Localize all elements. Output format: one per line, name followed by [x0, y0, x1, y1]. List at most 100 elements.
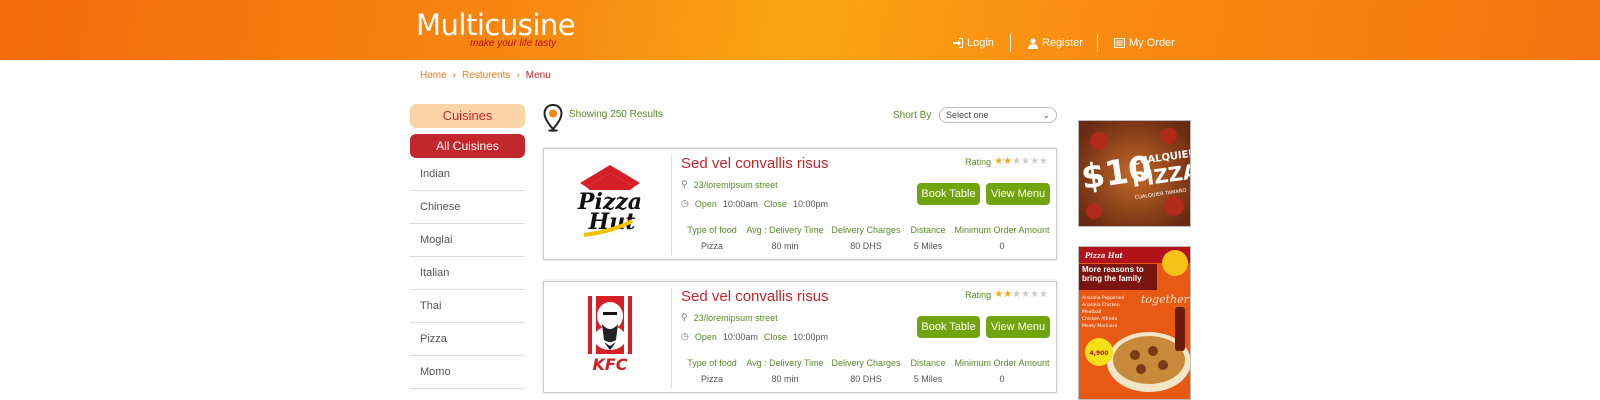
- nav-login-label: Login: [967, 37, 994, 49]
- sidebar-item-italian[interactable]: Italian: [410, 257, 525, 290]
- details-header: Distance: [910, 358, 946, 368]
- details-header: Delivery Charges: [831, 225, 901, 235]
- close-time: 10:00pm: [792, 198, 828, 209]
- open-label: Open: [694, 198, 717, 209]
- sidebar-item-momo[interactable]: Momo: [410, 356, 525, 389]
- restaurant-name[interactable]: Sed vel convallis risus: [681, 288, 829, 305]
- rating-stars: ★ ★ ★ ★ ★ ★: [994, 290, 1048, 300]
- star-filled-icon: ★: [1003, 156, 1013, 167]
- nav-register[interactable]: Register: [1018, 33, 1093, 53]
- open-label: Open: [694, 331, 717, 342]
- close-label: Close: [763, 331, 787, 342]
- open-time: 10:00am: [722, 331, 758, 342]
- star-empty-icon: ★: [1030, 156, 1040, 167]
- kfc-logo[interactable]: KFC: [564, 290, 656, 382]
- all-cuisines-button[interactable]: All Cuisines: [410, 134, 525, 158]
- nav-divider: [1097, 34, 1098, 52]
- card-divider: [671, 288, 672, 388]
- sidebar-item-pizza[interactable]: Pizza: [410, 323, 525, 356]
- details-header: Avg : Delivery Time: [746, 225, 824, 235]
- ad2-menu-item: Meaty Marinara: [1082, 323, 1117, 329]
- details-value: 5 Miles: [913, 374, 943, 384]
- details-value: Pizza: [700, 241, 723, 251]
- sidebar-item-chinese[interactable]: Chinese: [410, 191, 525, 224]
- details-value: 80 min: [771, 374, 799, 384]
- ad2-menu-item: Chicken Alfredo: [1082, 316, 1118, 322]
- rating-label: Rating: [965, 290, 992, 300]
- opening-hours: ◷ Open 10:00am Close 10:00pm: [681, 198, 828, 209]
- site-header: Multicusine make your life tasty Login R…: [0, 0, 1600, 60]
- results-count: Showing 250 Results: [569, 109, 663, 120]
- map-pin-icon: [543, 104, 563, 132]
- restaurant-name[interactable]: Sed vel convallis risus: [681, 155, 829, 172]
- rating: Rating ★ ★ ★ ★ ★ ★: [965, 290, 1048, 301]
- book-table-button[interactable]: Book Table: [917, 183, 980, 205]
- location-icon: ⚲: [681, 179, 688, 189]
- sidebar-item-moglai[interactable]: Moglai: [410, 224, 525, 257]
- card-divider: [671, 155, 672, 255]
- ad2-brand: Pizza Hut: [1084, 251, 1124, 260]
- details-value-row: Pizza 80 min 80 DHS 5 Miles 0: [681, 371, 1053, 387]
- breadcrumb-separator: ›: [516, 70, 520, 81]
- view-menu-button[interactable]: View Menu: [986, 316, 1050, 338]
- details-header: Type of food: [687, 358, 737, 368]
- breadcrumb-separator: ›: [452, 70, 457, 81]
- cuisine-sidebar: Cuisines All Cuisines Indian Chinese Mog…: [410, 104, 525, 389]
- cuisines-heading: Cuisines: [410, 104, 525, 128]
- breadcrumb-home[interactable]: Home: [420, 70, 447, 81]
- sidebar-item-thai[interactable]: Thai: [410, 290, 525, 323]
- star-filled-icon: ★: [1003, 289, 1013, 300]
- location-icon: ⚲: [681, 312, 688, 322]
- details-value: 0: [999, 374, 1005, 384]
- restaurant-card: KFC Sed vel convallis risus Rating ★ ★ ★ ★ ★…: [543, 281, 1057, 393]
- nav-register-label: Register: [1042, 37, 1083, 49]
- details-value: 80 DHS: [850, 374, 882, 384]
- star-empty-icon: ★: [1039, 289, 1048, 300]
- address-text: 23/loremipsum street: [693, 179, 778, 190]
- details-header: Avg : Delivery Time: [746, 358, 824, 368]
- details-header-row: Type of food Avg : Delivery Time Deliver…: [681, 355, 1053, 371]
- view-menu-button[interactable]: View Menu: [986, 183, 1050, 205]
- close-label: Close: [763, 198, 787, 209]
- breadcrumb-restaurants[interactable]: Resturents: [462, 70, 510, 81]
- ad2-menu-item: Anatolia Chicken: [1082, 302, 1120, 308]
- star-empty-icon: ★: [1012, 156, 1022, 167]
- clock-icon: ◷: [681, 331, 689, 341]
- star-empty-icon: ★: [1039, 156, 1048, 167]
- pizza-hut-ad-banner[interactable]: Pizza Hut More reasons to bring the fami…: [1078, 246, 1191, 400]
- sidebar-item-indian[interactable]: Indian: [410, 158, 525, 191]
- star-empty-icon: ★: [1021, 289, 1031, 300]
- sort-label: Short By: [893, 110, 932, 121]
- pizza-hut-logo[interactable]: Pizza Hut: [564, 157, 656, 249]
- nav-my-order-label: My Order: [1129, 37, 1175, 49]
- order-list-icon: [1114, 38, 1125, 48]
- rating-stars: ★ ★ ★ ★ ★ ★: [994, 157, 1048, 167]
- pizza-ad-banner[interactable]: $10 CUALQUIER PIZZA CUALQUIER TAMAÑO: [1078, 120, 1191, 227]
- ad2-script: together: [1141, 293, 1190, 306]
- results-bar: Showing 250 Results Short By Select one …: [543, 104, 1057, 132]
- star-empty-icon: ★: [1012, 289, 1022, 300]
- close-time: 10:00pm: [792, 331, 828, 342]
- book-table-button[interactable]: Book Table: [917, 316, 980, 338]
- chevron-down-icon: ⌄: [1042, 110, 1050, 120]
- site-logo[interactable]: Multicusine make your life tasty: [416, 8, 576, 49]
- star-filled-icon: ★: [994, 289, 1004, 300]
- clock-icon: ◷: [681, 198, 689, 208]
- ad2-headline: More reasons to bring the family: [1082, 265, 1144, 283]
- details-value: Pizza: [700, 374, 723, 384]
- rating-label: Rating: [965, 157, 992, 167]
- logo-name: Multicusine: [416, 8, 576, 42]
- nav-divider: [1010, 34, 1011, 52]
- star-empty-icon: ★: [1030, 289, 1040, 300]
- ad2-price: 4,900: [1090, 350, 1109, 357]
- rating: Rating ★ ★ ★ ★ ★ ★: [965, 157, 1048, 168]
- sort-dropdown[interactable]: Select one ⌄: [939, 107, 1057, 123]
- nav-login[interactable]: Login: [942, 33, 1004, 53]
- logo-tagline: make your life tasty: [470, 38, 557, 49]
- nav-my-order[interactable]: My Order: [1104, 33, 1185, 53]
- star-empty-icon: ★: [1021, 156, 1031, 167]
- details-header: Minimum Order Amount: [954, 358, 1050, 368]
- details-value: 5 Miles: [913, 241, 943, 251]
- restaurant-details-table: Type of food Avg : Delivery Time Deliver…: [681, 355, 1053, 387]
- ad2-menu-item: Anatolia Pepperoni: [1082, 295, 1124, 301]
